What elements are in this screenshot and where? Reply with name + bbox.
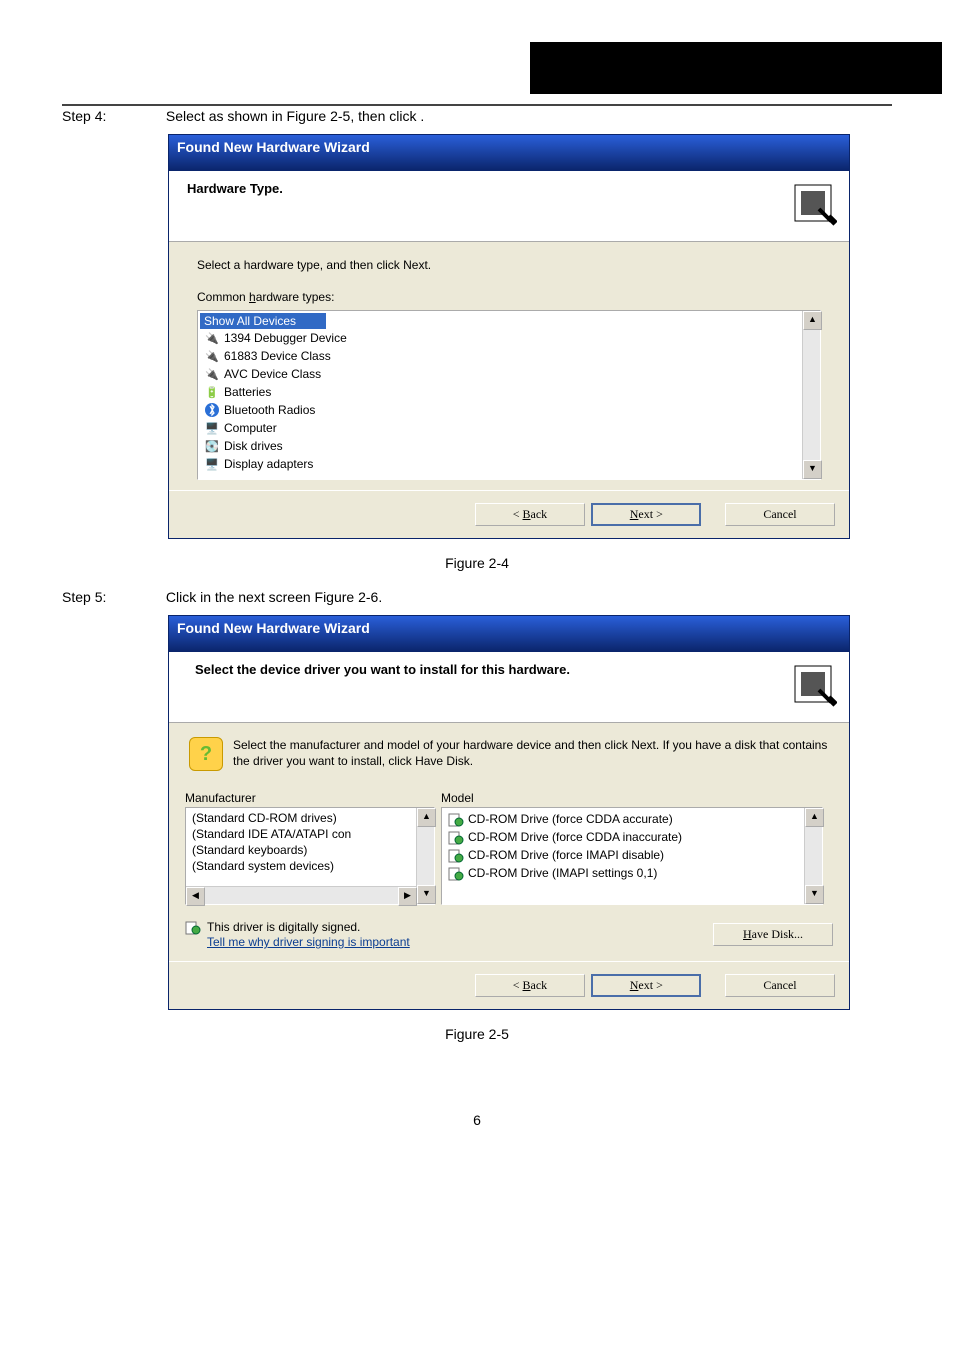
next-button[interactable]: Next > [591, 974, 701, 997]
wizard-button-row: < Back Next > Cancel [169, 490, 849, 538]
scroll-up-icon[interactable]: ▲ [805, 808, 824, 827]
wizard-header: Hardware Type. [169, 171, 849, 242]
list-item[interactable]: 🔌1394 Debugger Device [200, 329, 801, 347]
hardware-types-listbox[interactable]: Show All Devices 🔌1394 Debugger Device 🔌… [197, 310, 821, 480]
wizard-header: Select the device driver you want to ins… [169, 652, 849, 723]
list-item[interactable]: CD-ROM Drive (IMAPI settings 0,1) [444, 864, 803, 882]
manufacturer-label: Manufacturer [185, 791, 435, 805]
debugger-icon: 🔌 [204, 330, 220, 346]
wizard-info-row: ? Select the manufacturer and model of y… [169, 723, 849, 791]
scroll-left-icon[interactable]: ◀ [186, 887, 205, 906]
figure-2-4-caption: Figure 2-4 [0, 555, 954, 571]
driver-signed-icon [448, 829, 464, 845]
divider [62, 104, 892, 106]
display-icon: 🖥️ [204, 456, 220, 472]
bluetooth-icon [204, 402, 220, 418]
back-button[interactable]: < Back [475, 974, 585, 997]
driver-signed-icon [448, 847, 464, 863]
next-button[interactable]: Next > [591, 503, 701, 526]
list-item[interactable]: 🔌AVC Device Class [200, 365, 801, 383]
list-item[interactable]: 🖥️Computer [200, 419, 801, 437]
list-item[interactable]: 🖥️Display adapters [200, 455, 801, 473]
step4-text-2: as shown in Figure 2-5, then click [209, 108, 421, 124]
list-item[interactable]: (Standard IDE ATA/ATAPI con [188, 826, 415, 842]
hardware-wizard-1: Found New Hardware Wizard Hardware Type.… [168, 134, 850, 539]
step5-text-2: in the next screen Figure 2-6. [200, 589, 382, 605]
list-item[interactable]: 🔌61883 Device Class [200, 347, 801, 365]
wizard-button-row: < Back Next > Cancel [169, 961, 849, 1009]
window-title: Found New Hardware Wizard [169, 616, 849, 652]
wizard-instruction: Select a hardware type, and then click N… [197, 258, 821, 272]
step5-label: Step 5: [62, 589, 162, 605]
scroll-up-icon[interactable]: ▲ [803, 311, 822, 330]
model-listbox[interactable]: CD-ROM Drive (force CDDA accurate) CD-RO… [441, 807, 823, 905]
horizontal-scrollbar[interactable]: ◀ ▶ [186, 886, 417, 904]
step5-row: Step 5: Click in the next screen Figure … [0, 589, 954, 605]
question-mark-icon: ? [189, 737, 223, 771]
cancel-button[interactable]: Cancel [725, 974, 835, 997]
scroll-down-icon[interactable]: ▼ [805, 885, 824, 904]
vertical-scrollbar[interactable]: ▲ ▼ [802, 311, 820, 479]
driver-signed-text: This driver is digitally signed. [207, 920, 360, 934]
list-item[interactable]: 🔋Batteries [200, 383, 801, 401]
hardware-wizard-2: Found New Hardware Wizard Select the dev… [168, 615, 850, 1010]
cancel-button[interactable]: Cancel [725, 503, 835, 526]
step4-label: Step 4: [62, 108, 162, 124]
vertical-scrollbar[interactable]: ▲ ▼ [416, 808, 434, 904]
scroll-up-icon[interactable]: ▲ [417, 808, 436, 827]
wizard-header-title: Select the device driver you want to ins… [195, 662, 835, 677]
hardware-chip-icon [789, 660, 837, 708]
scroll-right-icon[interactable]: ▶ [398, 887, 417, 906]
vertical-scrollbar[interactable]: ▲ ▼ [804, 808, 822, 904]
battery-icon: 🔋 [204, 384, 220, 400]
window-title: Found New Hardware Wizard [169, 135, 849, 171]
driver-signed-icon [185, 919, 201, 935]
page-number: 6 [0, 1112, 954, 1128]
disk-icon: 💽 [204, 438, 220, 454]
driver-signing-link[interactable]: Tell me why driver signing is important [207, 935, 410, 949]
avc-icon: 🔌 [204, 366, 220, 382]
computer-icon: 🖥️ [204, 420, 220, 436]
wizard-header-title: Hardware Type. [187, 181, 835, 196]
step4-text-3: . [420, 108, 424, 124]
driver-signed-icon [448, 865, 464, 881]
step4-row: Step 4: Select as shown in Figure 2-5, t… [0, 108, 954, 124]
device-class-icon: 🔌 [204, 348, 220, 364]
model-label: Model [441, 791, 823, 805]
driver-signed-row: This driver is digitally signed. Tell me… [169, 911, 849, 961]
list-item[interactable]: CD-ROM Drive (force IMAPI disable) [444, 846, 803, 864]
driver-select-panes: Manufacturer (Standard CD-ROM drives) (S… [169, 791, 849, 911]
step4-text-1: Select [166, 108, 209, 124]
list-item[interactable]: (Standard system devices) [188, 858, 415, 874]
manufacturer-listbox[interactable]: (Standard CD-ROM drives) (Standard IDE A… [185, 807, 435, 905]
wizard-body: Select a hardware type, and then click N… [169, 242, 849, 490]
back-button[interactable]: < Back [475, 503, 585, 526]
wizard-info-text: Select the manufacturer and model of you… [233, 737, 829, 769]
hardware-types-label: Common hardware types: [197, 290, 821, 304]
driver-signed-icon [448, 811, 464, 827]
have-disk-button[interactable]: Have Disk... [713, 923, 833, 946]
figure-2-5-caption: Figure 2-5 [0, 1026, 954, 1042]
list-item[interactable]: CD-ROM Drive (force CDDA inaccurate) [444, 828, 803, 846]
list-item[interactable]: (Standard keyboards) [188, 842, 415, 858]
hardware-chip-icon [789, 179, 837, 227]
list-item[interactable]: (Standard CD-ROM drives) [188, 810, 415, 826]
list-item[interactable]: Show All Devices [200, 313, 326, 329]
scroll-down-icon[interactable]: ▼ [417, 885, 436, 904]
list-item[interactable]: CD-ROM Drive (force CDDA accurate) [444, 810, 803, 828]
list-item[interactable]: 💽Disk drives [200, 437, 801, 455]
step5-text-1: Click [166, 589, 200, 605]
scroll-down-icon[interactable]: ▼ [803, 460, 822, 479]
list-item[interactable]: Bluetooth Radios [200, 401, 801, 419]
